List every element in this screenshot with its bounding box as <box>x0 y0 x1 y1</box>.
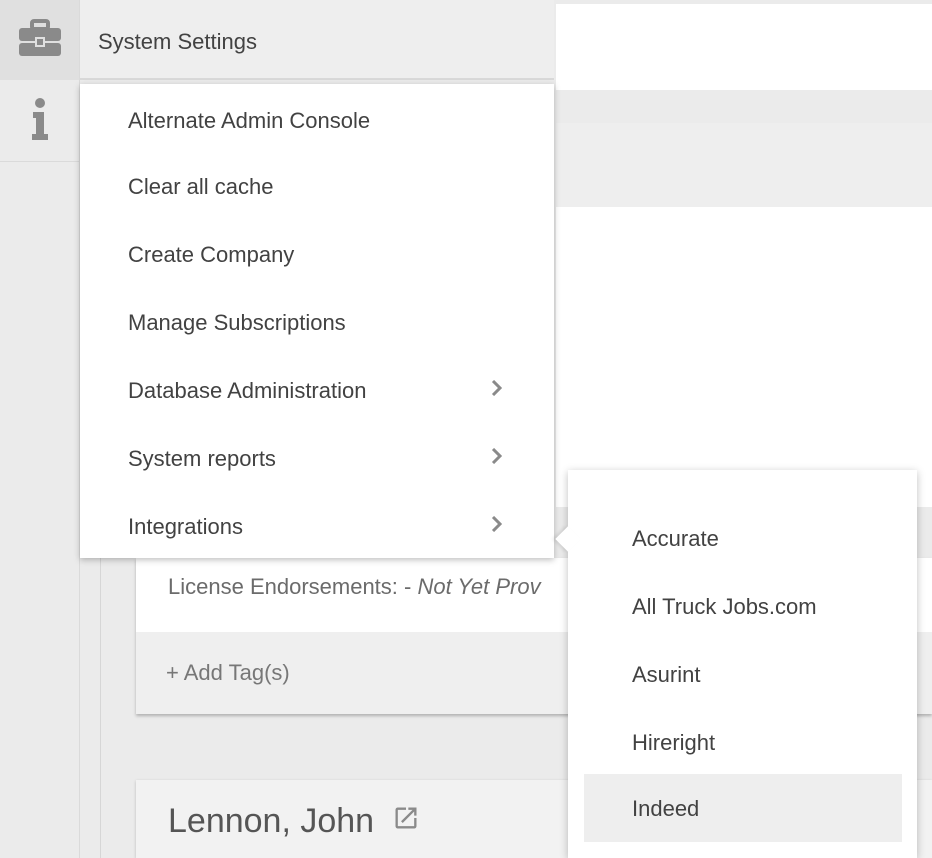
system-settings-title: System Settings <box>98 29 257 54</box>
submenu-item-label: Asurint <box>632 662 701 687</box>
menu-item-integrations[interactable]: Integrations <box>80 492 554 560</box>
submenu-item-all-truck-jobs[interactable]: All Truck Jobs.com <box>584 572 902 640</box>
submenu-item-label: All Truck Jobs.com <box>632 594 817 619</box>
menu-item-alternate-admin-console[interactable]: Alternate Admin Console <box>80 86 554 154</box>
briefcase-icon <box>18 18 62 62</box>
license-endorsements: License Endorsements: - Not Yet Prov <box>168 574 541 599</box>
candidate-name-label[interactable]: Lennon, John <box>168 802 374 841</box>
integrations-submenu: Accurate All Truck Jobs.com Asurint Hire… <box>555 470 917 858</box>
rail-item-system-settings[interactable] <box>0 0 79 80</box>
menu-item-clear-all-cache[interactable]: Clear all cache <box>80 152 554 220</box>
screen: License Endorsements: - Not Yet Prov + A… <box>0 0 932 858</box>
submenu-item-label: Accurate <box>632 526 719 551</box>
menu-item-label: Create Company <box>128 242 295 267</box>
system-settings-menu: Alternate Admin Console Clear all cache … <box>80 84 554 558</box>
page-section-header <box>556 123 932 207</box>
submenu-item-hireright[interactable]: Hireright <box>584 708 902 776</box>
icon-rail <box>0 0 80 858</box>
external-link-icon[interactable] <box>392 802 420 841</box>
rail-item-info[interactable] <box>0 81 79 162</box>
submenu-item-label: Indeed <box>632 796 700 821</box>
submenu-item-accurate[interactable]: Accurate <box>584 504 902 572</box>
submenu-item-label: Hireright <box>632 730 716 755</box>
page-panel <box>556 207 932 507</box>
chevron-right-icon <box>490 515 503 537</box>
menu-item-label: Integrations <box>128 514 243 539</box>
info-icon <box>30 97 50 146</box>
menu-item-label: System reports <box>128 446 276 471</box>
page-top-bar <box>556 4 932 90</box>
menu-item-label: Clear all cache <box>128 174 274 199</box>
menu-item-database-administration[interactable]: Database Administration <box>80 356 554 424</box>
submenu-item-asurint[interactable]: Asurint <box>584 640 902 708</box>
menu-item-system-reports[interactable]: System reports <box>80 424 554 492</box>
menu-item-manage-subscriptions[interactable]: Manage Subscriptions <box>80 288 554 356</box>
menu-item-label: Manage Subscriptions <box>128 310 346 335</box>
menu-item-label: Database Administration <box>128 378 367 403</box>
chevron-right-icon <box>490 447 503 469</box>
candidate-name: Lennon, John <box>168 802 420 841</box>
submenu-item-indeed[interactable]: Indeed <box>584 774 902 842</box>
menu-item-create-company[interactable]: Create Company <box>80 220 554 288</box>
add-tag-button[interactable]: + Add Tag(s) <box>166 660 290 686</box>
menu-item-label: Alternate Admin Console <box>128 108 371 133</box>
submenu-caret <box>555 526 581 552</box>
system-settings-header[interactable]: System Settings <box>80 0 554 80</box>
chevron-right-icon <box>490 379 503 401</box>
